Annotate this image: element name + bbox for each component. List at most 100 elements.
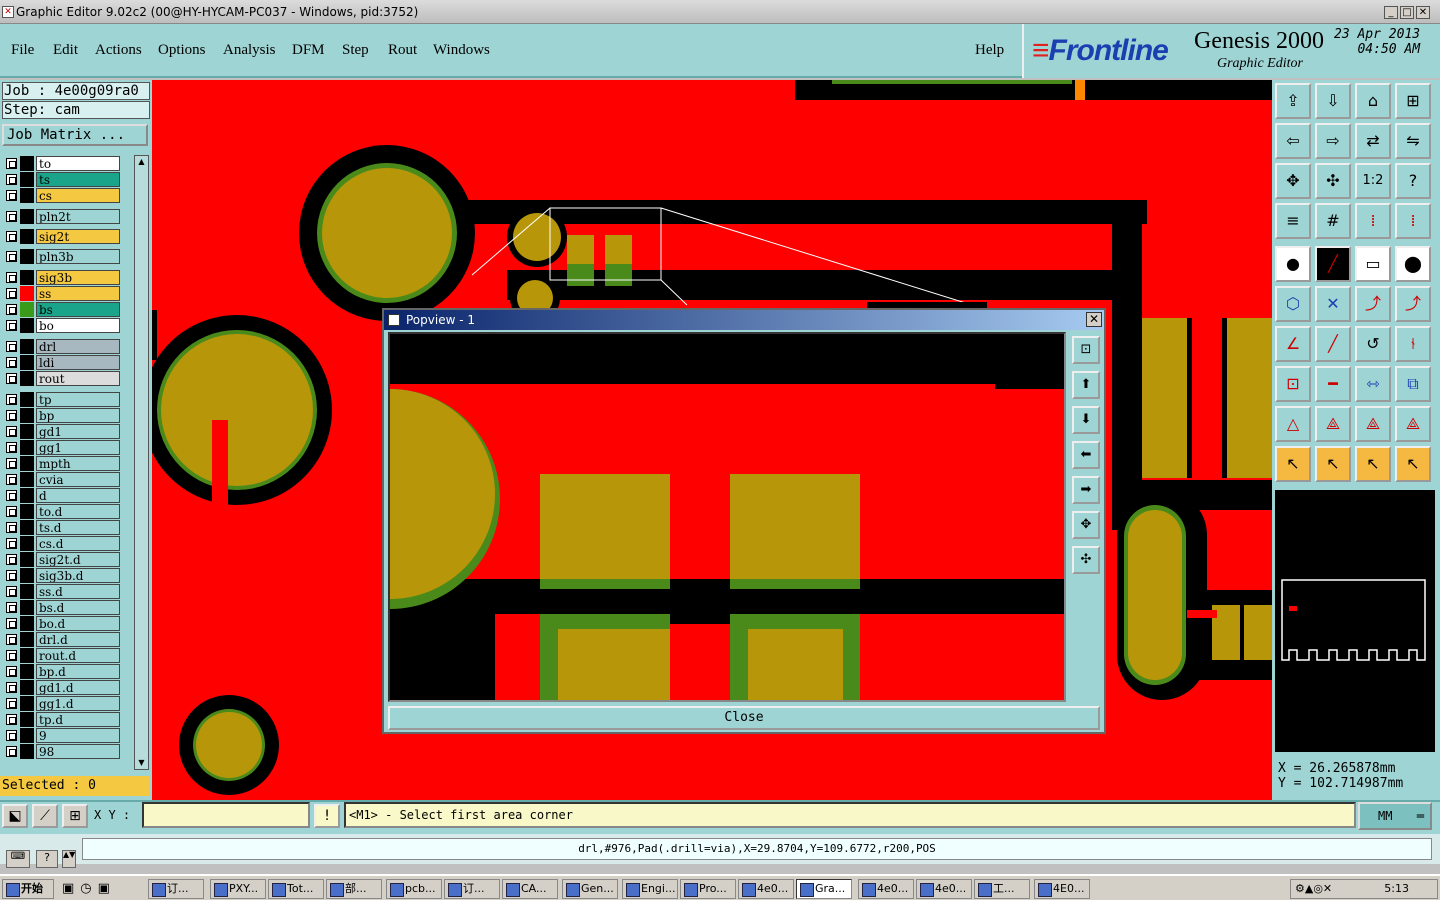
taskbar-item[interactable]: Gra... — [796, 879, 852, 899]
layer-name[interactable]: gg1 — [36, 440, 120, 455]
layer-row-tp[interactable]: tp — [2, 392, 124, 407]
layer-row-sig2t-d[interactable]: sig2t.d — [2, 552, 124, 567]
layer-row-drl-d[interactable]: drl.d — [2, 632, 124, 647]
layer-name[interactable]: to.d — [36, 504, 120, 519]
layer-name[interactable]: bs.d — [36, 600, 120, 615]
layer-color-swatch[interactable] — [20, 536, 34, 551]
alert-icon[interactable]: ! — [314, 804, 340, 828]
start-button[interactable]: 开始 — [2, 879, 54, 899]
layer-name[interactable]: ldi — [36, 355, 120, 370]
measure-icon[interactable]: ⇿ — [1355, 366, 1391, 402]
menu-rout[interactable]: Rout — [388, 42, 417, 59]
layer-row-ldi[interactable]: ldi — [2, 355, 124, 370]
polyline-icon[interactable]: ⬡ — [1275, 286, 1311, 322]
layer-name[interactable]: tp — [36, 392, 120, 407]
layer-name[interactable]: ss — [36, 286, 120, 301]
layer-row-gd1[interactable]: gd1 — [2, 424, 124, 439]
taskbar-item[interactable]: Pro... — [680, 879, 736, 899]
popview-pan-right-icon[interactable]: ➡ — [1072, 476, 1100, 504]
taskbar-item[interactable]: 4e0... — [858, 879, 914, 899]
layer-color-swatch[interactable] — [20, 355, 34, 370]
layer-color-swatch[interactable] — [20, 270, 34, 285]
popview-pan-down-icon[interactable]: ⬇ — [1072, 406, 1100, 434]
layer-color-swatch[interactable] — [20, 371, 34, 386]
layer-checkbox[interactable] — [6, 586, 17, 597]
menu-windows[interactable]: Windows — [433, 42, 490, 59]
layer-checkbox[interactable] — [6, 666, 17, 677]
layer-row-bs-d[interactable]: bs.d — [2, 600, 124, 615]
layer-name[interactable]: sig2t — [36, 229, 120, 244]
net-highlight-icon[interactable]: ⁞ — [1395, 203, 1431, 239]
grid-view-icon[interactable]: ⊞ — [1395, 83, 1431, 119]
triangle-split-icon[interactable]: ⟁ — [1395, 406, 1431, 442]
layer-row-ss-d[interactable]: ss.d — [2, 584, 124, 599]
layer-name[interactable]: cvia — [36, 472, 120, 487]
layer-name[interactable]: drl.d — [36, 632, 120, 647]
popview-canvas[interactable] — [388, 332, 1066, 702]
layer-row-rout-d[interactable]: rout.d — [2, 648, 124, 663]
layer-row-bo[interactable]: bo — [2, 318, 124, 333]
layer-row-sig2t[interactable]: sig2t — [2, 229, 124, 244]
layer-name[interactable]: rout — [36, 371, 120, 386]
layer-name[interactable]: tp.d — [36, 712, 120, 727]
add-pad-icon[interactable]: ● — [1275, 246, 1311, 282]
pan-left-icon[interactable]: ⇦ — [1275, 123, 1311, 159]
net-select-icon[interactable]: ⁞ — [1355, 203, 1391, 239]
layer-row-sig3b[interactable]: sig3b — [2, 270, 124, 285]
layer-checkbox[interactable] — [6, 618, 17, 629]
measure-toggle-icon[interactable]: ⟋ — [32, 804, 58, 828]
ruler-icon[interactable]: ▭ — [1355, 246, 1391, 282]
layer-checkbox[interactable] — [6, 602, 17, 613]
layer-checkbox[interactable] — [6, 506, 17, 517]
layer-list-scrollbar[interactable]: ▲ ▼ — [134, 155, 149, 770]
diagonal-line-icon[interactable]: ╱ — [1315, 326, 1351, 362]
move-point-icon[interactable]: ⤴ — [1395, 286, 1431, 322]
layer-checkbox[interactable] — [6, 682, 17, 693]
layer-row-cs-d[interactable]: cs.d — [2, 536, 124, 551]
layer-color-swatch[interactable] — [20, 172, 34, 187]
select-arrow-icon[interactable]: ↖ — [1275, 446, 1311, 482]
layer-checkbox[interactable] — [6, 320, 17, 331]
layer-name[interactable]: gg1.d — [36, 696, 120, 711]
menu-dfm[interactable]: DFM — [292, 42, 325, 59]
grid-icon[interactable]: # — [1315, 203, 1351, 239]
layer-row-sig3b-d[interactable]: sig3b.d — [2, 568, 124, 583]
grid-toggle-icon[interactable]: ⊞ — [62, 804, 88, 828]
taskbar-item[interactable]: pcb... — [386, 879, 442, 899]
zoom-in-icon[interactable]: ✥ — [1275, 163, 1311, 199]
layer-color-swatch[interactable] — [20, 696, 34, 711]
layer-name[interactable]: gd1 — [36, 424, 120, 439]
layer-name[interactable]: cs — [36, 188, 120, 203]
popview-close-icon[interactable]: ✕ — [1086, 312, 1102, 327]
taskbar-item[interactable]: 4e0... — [916, 879, 972, 899]
layer-row-tp-d[interactable]: tp.d — [2, 712, 124, 727]
layer-checkbox[interactable] — [6, 394, 17, 405]
layer-name[interactable]: d — [36, 488, 120, 503]
layer-color-swatch[interactable] — [20, 632, 34, 647]
quick-launch-icons[interactable]: ▣◷▣ — [62, 881, 116, 896]
layer-checkbox[interactable] — [6, 490, 17, 501]
menu-file[interactable]: File — [11, 42, 34, 59]
layer-row-cs[interactable]: cs — [2, 188, 124, 203]
layer-color-swatch[interactable] — [20, 712, 34, 727]
popview-zoom-out-icon[interactable]: ✣ — [1072, 546, 1100, 574]
layer-checkbox[interactable] — [6, 554, 17, 565]
layer-checkbox[interactable] — [6, 442, 17, 453]
layer-name[interactable]: bs — [36, 302, 120, 317]
layer-color-swatch[interactable] — [20, 229, 34, 244]
layer-color-swatch[interactable] — [20, 744, 34, 759]
taskbar-item[interactable]: 4E0... — [1034, 879, 1090, 899]
popview-zoom-in-icon[interactable]: ✥ — [1072, 511, 1100, 539]
layer-color-swatch[interactable] — [20, 504, 34, 519]
layer-name[interactable]: sig3b.d — [36, 568, 120, 583]
layer-name[interactable]: to — [36, 156, 120, 171]
taskbar-item[interactable]: 订... — [444, 879, 500, 899]
layer-row-ss[interactable]: ss — [2, 286, 124, 301]
menu-analysis[interactable]: Analysis — [223, 42, 276, 59]
group-icon[interactable]: ⧉ — [1395, 366, 1431, 402]
layer-color-swatch[interactable] — [20, 600, 34, 615]
layer-checkbox[interactable] — [6, 746, 17, 757]
scroll-up-icon[interactable]: ▲ — [136, 157, 147, 167]
unit-selector[interactable]: MM ═ — [1358, 802, 1432, 830]
layer-row-bp[interactable]: bp — [2, 408, 124, 423]
